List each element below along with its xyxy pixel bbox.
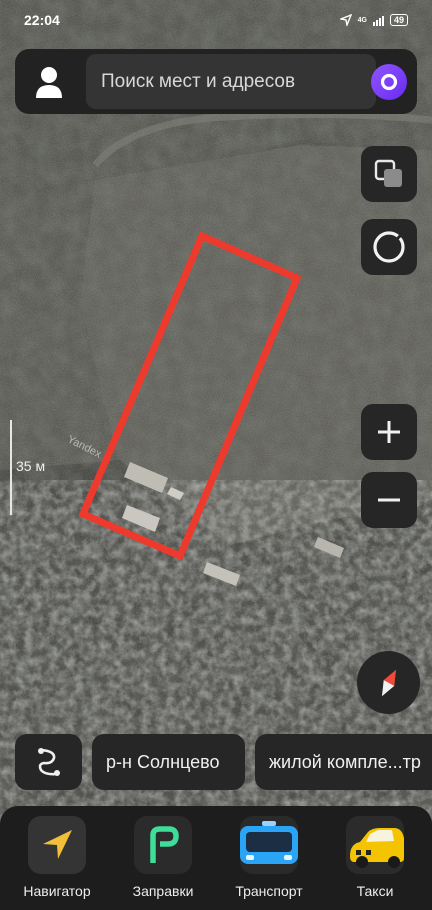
map-scale: 35 м	[10, 420, 50, 515]
minus-icon	[378, 498, 400, 502]
fuel-icon	[150, 826, 179, 863]
voice-assistant-button[interactable]	[371, 64, 407, 100]
tab-fuel-label: Заправки	[132, 883, 194, 899]
profile-avatar-icon	[36, 67, 62, 98]
search-bar	[15, 49, 417, 114]
chip-residential-complex[interactable]: жилой компле...тр	[255, 734, 432, 790]
tab-taxi-label: Такси	[356, 883, 394, 899]
taxi-tile	[346, 816, 404, 874]
suggestion-chips: р-н Солнцево жилой компле...тр	[15, 734, 432, 790]
taxi-icon	[350, 828, 404, 868]
transport-tile	[240, 816, 298, 874]
layers-button[interactable]	[361, 146, 417, 202]
alice-icon	[380, 73, 398, 91]
my-location-icon	[373, 231, 405, 263]
bus-icon	[240, 821, 298, 864]
fuel-tile	[134, 816, 192, 874]
tab-transport[interactable]: Транспорт	[219, 816, 319, 899]
chip-district[interactable]: р-н Солнцево	[92, 734, 245, 790]
plus-icon	[378, 421, 400, 443]
network-type: 4G	[357, 16, 367, 24]
tab-navigator[interactable]: Навигатор	[7, 816, 107, 899]
compass-button[interactable]	[357, 651, 420, 714]
zoom-out-button[interactable]	[361, 472, 417, 528]
location-arrow-icon	[339, 14, 352, 26]
layers-icon	[374, 159, 402, 187]
route-button[interactable]	[15, 734, 82, 790]
signal-icon	[372, 15, 384, 26]
status-time: 22:04	[24, 12, 60, 28]
chip-district-label: р-н Солнцево	[106, 751, 220, 772]
battery-level: 49	[393, 15, 404, 25]
status-icons: 4G 49	[339, 14, 408, 26]
profile-button[interactable]	[27, 60, 71, 104]
scale-bar	[10, 420, 12, 515]
zoom-in-button[interactable]	[361, 404, 417, 460]
tab-fuel[interactable]: Заправки	[113, 816, 213, 899]
tab-taxi[interactable]: Такси	[325, 816, 425, 899]
compass-icon	[381, 669, 396, 696]
chip-residential-complex-label: жилой компле...тр	[269, 751, 421, 772]
route-icon	[37, 748, 60, 776]
battery-icon: 49	[389, 14, 408, 26]
tab-navigator-label: Навигатор	[23, 883, 91, 899]
my-location-button[interactable]	[361, 219, 417, 275]
tab-transport-label: Транспорт	[235, 883, 303, 899]
search-input[interactable]	[86, 54, 376, 109]
scale-label: 35 м	[16, 458, 46, 474]
navigator-tile	[28, 816, 86, 874]
status-bar: 22:04 4G 49	[0, 0, 432, 40]
bottom-tab-bar: Навигатор Заправки Транспорт Такси	[0, 806, 432, 910]
navigator-icon	[43, 830, 72, 859]
